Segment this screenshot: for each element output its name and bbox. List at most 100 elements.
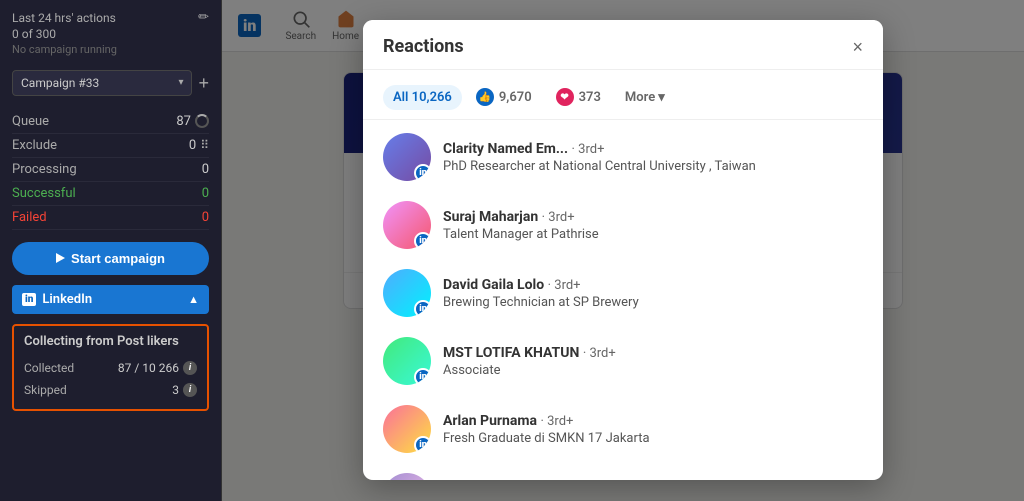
linkedin-badge-icon: in	[414, 368, 431, 385]
edit-icon[interactable]: ✏	[198, 10, 209, 25]
exclude-label: Exclude	[12, 138, 57, 153]
exclude-value: 0 ⠿	[189, 138, 209, 153]
collected-stat: Collected 87 / 10 266 i	[24, 357, 197, 379]
skipped-stat: Skipped 3 i	[24, 379, 197, 401]
collected-info-icon[interactable]: i	[183, 361, 197, 375]
reaction-item: in MST LOTIFA KHATUN · 3rd+ Associate	[363, 327, 883, 395]
avatar: in	[383, 133, 431, 181]
linkedin-badge-icon: in	[414, 300, 431, 317]
collected-value: 87 / 10 266 i	[118, 361, 197, 375]
tab-heart-label: 373	[579, 90, 601, 105]
queue-label: Queue	[12, 114, 49, 129]
processing-value: 0	[202, 162, 209, 177]
modal-tabs: All 10,266 👍 9,670 ❤ 373 More ▾	[363, 75, 883, 120]
reaction-item: in Suraj Maharjan · 3rd+ Talent Manager …	[363, 191, 883, 259]
linkedin-label: LinkedIn	[42, 292, 92, 307]
tab-like-label: 9,670	[499, 90, 532, 105]
add-campaign-button[interactable]: +	[198, 74, 209, 92]
skipped-info-icon[interactable]: i	[183, 383, 197, 397]
reaction-title: Fresh Graduate di SMKN 17 Jakarta	[443, 431, 863, 446]
stat-row-failed: Failed 0	[12, 206, 209, 230]
reaction-name: Arlan Purnama · 3rd+	[443, 413, 863, 429]
skipped-label: Skipped	[24, 383, 67, 397]
campaign-count: 0 of 300	[12, 27, 117, 41]
stat-row-processing: Processing 0	[12, 158, 209, 182]
reaction-title: Talent Manager at Pathrise	[443, 227, 863, 242]
stat-row-successful: Successful 0	[12, 182, 209, 206]
heart-icon: ❤	[556, 88, 574, 106]
linkedin-section[interactable]: in LinkedIn ▲	[12, 285, 209, 314]
collecting-title: Collecting from Post likers	[24, 334, 197, 349]
successful-label: Successful	[12, 186, 76, 201]
avatar: in	[383, 201, 431, 249]
reaction-title: Associate	[443, 363, 863, 378]
linkedin-badge-icon: in	[414, 232, 431, 249]
reaction-name: Clarity Named Em... · 3rd+	[443, 141, 863, 157]
degree-label: · 3rd+	[541, 414, 574, 429]
reaction-info: Arlan Purnama · 3rd+ Fresh Graduate di S…	[443, 413, 863, 446]
degree-label: · 3rd+	[572, 142, 605, 157]
successful-value: 0	[202, 186, 209, 201]
reaction-name: Suraj Maharjan · 3rd+	[443, 209, 863, 225]
reaction-info: Suraj Maharjan · 3rd+ Talent Manager at …	[443, 209, 863, 242]
tab-like[interactable]: 👍 9,670	[466, 83, 542, 111]
reaction-item: in Clarity Named Em... · 3rd+ PhD Resear…	[363, 123, 883, 191]
chevron-down-icon: ▾	[178, 77, 183, 88]
processing-label: Processing	[12, 162, 77, 177]
queue-value: 87	[176, 114, 209, 129]
dots-icon: ⠿	[200, 138, 209, 152]
stat-row-queue: Queue 87	[12, 110, 209, 134]
close-button[interactable]: ×	[852, 38, 863, 56]
start-campaign-label: Start campaign	[71, 251, 165, 266]
reaction-item: in Arlan Purnama · 3rd+ Fresh Graduate d…	[363, 395, 883, 463]
stat-row-exclude: Exclude 0 ⠿	[12, 134, 209, 158]
tab-heart[interactable]: ❤ 373	[546, 83, 611, 111]
reaction-title: Brewing Technician at SP Brewery	[443, 295, 863, 310]
reaction-info: David Gaila Lolo · 3rd+ Brewing Technici…	[443, 277, 863, 310]
modal-header: Reactions ×	[363, 20, 883, 70]
spin-icon	[195, 114, 209, 128]
tab-all-label: All 10,266	[393, 90, 452, 105]
modal-title: Reactions	[383, 36, 464, 57]
linkedin-badge-icon: in	[414, 164, 431, 181]
avatar: in	[383, 405, 431, 453]
degree-label: · 3rd+	[583, 346, 616, 361]
reaction-name: David Gaila Lolo · 3rd+	[443, 277, 863, 293]
linkedin-badge-icon: in	[414, 436, 431, 453]
campaign-dropdown[interactable]: Campaign #33 ▾	[12, 70, 192, 96]
linkedin-logo: in	[22, 293, 36, 306]
degree-label: · 3rd+	[542, 210, 575, 225]
no-campaign-label: No campaign running	[12, 43, 117, 56]
reaction-name: MST LOTIFA KHATUN · 3rd+	[443, 345, 863, 361]
reaction-info: MST LOTIFA KHATUN · 3rd+ Associate	[443, 345, 863, 378]
reaction-item: in David Gaila Lolo · 3rd+ Brewing Techn…	[363, 259, 883, 327]
campaign-name: Campaign #33	[21, 76, 99, 90]
reactions-modal: Reactions × All 10,266 👍 9,670 ❤ 373 Mor…	[363, 20, 883, 480]
tab-more[interactable]: More ▾	[615, 85, 675, 110]
avatar: in	[383, 337, 431, 385]
chevron-down-icon: ▾	[658, 90, 665, 105]
tab-all[interactable]: All 10,266	[383, 85, 462, 110]
play-icon	[56, 253, 65, 263]
like-icon: 👍	[476, 88, 494, 106]
campaign-selector: Campaign #33 ▾ +	[12, 70, 209, 96]
linkedin-section-left: in LinkedIn	[22, 292, 92, 307]
reaction-title: PhD Researcher at National Central Unive…	[443, 159, 863, 174]
degree-label: · 3rd+	[548, 278, 581, 293]
tab-more-label: More	[625, 90, 655, 105]
collected-label: Collected	[24, 361, 74, 375]
reaction-list: in Clarity Named Em... · 3rd+ PhD Resear…	[363, 115, 883, 480]
last-24hrs-label: Last 24 hrs' actions	[12, 10, 117, 27]
sidebar: Last 24 hrs' actions 0 of 300 No campaig…	[0, 0, 222, 501]
start-campaign-button[interactable]: Start campaign	[12, 242, 209, 275]
avatar: in	[383, 473, 431, 480]
reaction-info: Clarity Named Em... · 3rd+ PhD Researche…	[443, 141, 863, 174]
sidebar-header-text: Last 24 hrs' actions 0 of 300 No campaig…	[12, 10, 117, 66]
reaction-item: in Lily Ning · 3rd+ Metaverse Technology…	[363, 463, 883, 480]
avatar: in	[383, 269, 431, 317]
collecting-box: Collecting from Post likers Collected 87…	[12, 324, 209, 411]
skipped-value: 3 i	[172, 383, 197, 397]
sidebar-header: Last 24 hrs' actions 0 of 300 No campaig…	[12, 10, 209, 66]
failed-label: Failed	[12, 210, 47, 225]
main-content: in Search Home NEMETSCHEKGROUP Nemetsche…	[222, 0, 1024, 501]
